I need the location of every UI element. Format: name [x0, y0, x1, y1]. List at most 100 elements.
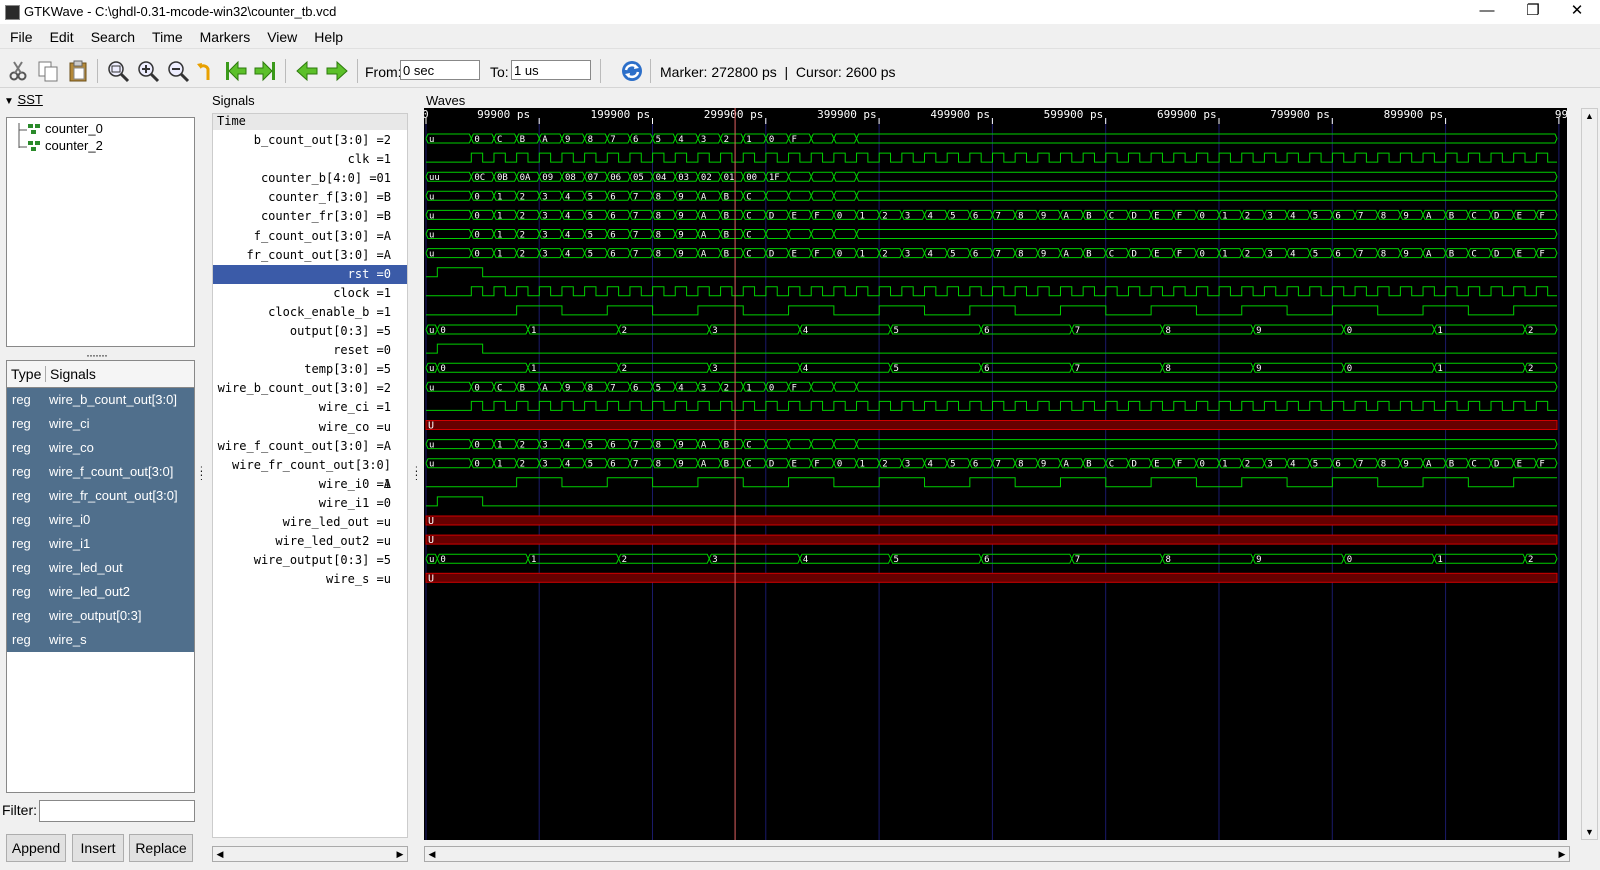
scroll-right-icon[interactable]: ▶ [393, 847, 407, 861]
trace-value-label: U [428, 535, 434, 546]
bus-segment [527, 362, 620, 373]
signal-name-row[interactable]: wire_ci =1 [213, 398, 407, 417]
scroll-right-icon[interactable]: ▶ [1555, 847, 1569, 861]
bus-segment [1071, 362, 1163, 373]
menu-edit[interactable]: Edit [40, 26, 81, 45]
signal-name-row[interactable]: wire_fr_count_out[3:0] =A [213, 456, 407, 491]
signal-name-row[interactable]: clk =1 [213, 150, 407, 169]
menu-help[interactable]: Help [304, 26, 350, 45]
paste-icon[interactable] [66, 59, 90, 83]
waveform-canvas[interactable]: 0 99900 ps 199900 ps 299900 ps 399900 ps 4999… [424, 108, 1567, 840]
sst-signal-row[interactable]: reg wire_led_out [7, 556, 194, 580]
trace-value-label: 6 [633, 135, 638, 145]
waves-vertical-scrollbar[interactable]: ▲ ▼ [1581, 108, 1598, 840]
waveform-svg[interactable]: 0 99900 ps 199900 ps 299900 ps 399900 ps 4999… [424, 108, 1567, 840]
undo-zoom-icon[interactable] [196, 59, 220, 83]
trace-value-label: 1 [1437, 364, 1442, 374]
signal-names-pane[interactable]: Time b_count_out[3:0] =2 clk =1 counter_b[… [212, 113, 408, 838]
column-type[interactable]: Type [11, 366, 41, 382]
menu-search[interactable]: Search [81, 26, 142, 45]
sst-hierarchy-tree[interactable]: counter_0 counter_2 [6, 117, 195, 347]
sst-signal-row[interactable]: reg wire_ci [7, 412, 194, 436]
scroll-left-icon[interactable]: ◀ [213, 847, 227, 861]
waves-horizontal-scrollbar[interactable]: ◀ ▶ [424, 846, 1570, 862]
signal-name-row[interactable]: fr_count_out[3:0] =A [213, 246, 407, 265]
sst-signal-row[interactable]: reg wire_i1 [7, 532, 194, 556]
tree-item-counter-0[interactable]: counter_0 [45, 121, 103, 136]
close-button[interactable]: ✕ [1554, 0, 1600, 24]
next-edge-icon[interactable] [325, 59, 349, 83]
menu-view[interactable]: View [257, 26, 304, 45]
scroll-left-icon[interactable]: ◀ [425, 847, 439, 861]
sst-signal-row[interactable]: reg wire_output[0:3] [7, 604, 194, 628]
trace-value-label: B [724, 192, 729, 202]
signal-name-row[interactable]: f_count_out[3:0] =A [213, 227, 407, 246]
signal-name-row[interactable]: wire_s =u [213, 570, 407, 589]
signal-name-row[interactable]: clock_enable_b =1 [213, 303, 407, 322]
signal-name-row[interactable]: counter_fr[3:0] =B [213, 207, 407, 226]
signals-horizontal-scrollbar[interactable]: ◀ ▶ [212, 846, 408, 862]
bus-segment [855, 381, 1558, 392]
tree-item-counter-2[interactable]: counter_2 [45, 138, 103, 153]
sst-signal-row[interactable]: reg wire_f_count_out[3:0] [7, 460, 194, 484]
sst-signal-row[interactable]: reg wire_b_count_out[3:0] [7, 388, 194, 412]
signal-name-row[interactable]: wire_led_out =u [213, 513, 407, 532]
signal-name-row[interactable]: wire_i0 =1 [213, 475, 407, 494]
from-input[interactable]: 0 sec [400, 60, 480, 80]
sst-signal-row[interactable]: reg wire_i0 [7, 508, 194, 532]
filter-input[interactable] [39, 800, 195, 822]
trace-value-label: 3 [712, 555, 717, 565]
signal-name-row[interactable]: counter_b[4:0] =01 [213, 169, 407, 188]
sst-signal-row[interactable]: reg wire_co [7, 436, 194, 460]
append-button[interactable]: Append [6, 834, 66, 862]
sst-signal-row[interactable]: reg wire_fr_count_out[3:0] [7, 484, 194, 508]
trace-value-label: 9 [678, 192, 683, 202]
sst-signal-row[interactable]: reg wire_led_out2 [7, 580, 194, 604]
signal-name-row[interactable]: reset =0 [213, 341, 407, 360]
column-signals[interactable]: Signals [45, 366, 96, 382]
signal-name-row[interactable]: wire_f_count_out[3:0] =A [213, 437, 407, 456]
signal-name-row[interactable]: rst =0 [213, 264, 407, 284]
signal-name-row[interactable]: wire_led_out2 =u [213, 532, 407, 551]
sst-expander[interactable]: ▼ SST [4, 92, 43, 107]
menu-time[interactable]: Time [142, 26, 190, 45]
trace-value-label: 0 [440, 555, 445, 565]
minimize-button[interactable]: — [1464, 0, 1510, 24]
sst-signal-row[interactable]: reg wire_s [7, 628, 194, 652]
maximize-button[interactable]: ❐ [1510, 0, 1556, 24]
jump-end-icon[interactable] [253, 59, 277, 83]
jump-start-icon[interactable] [224, 59, 248, 83]
scroll-up-icon[interactable]: ▲ [1585, 111, 1594, 121]
pane-splitter[interactable]: ::: [415, 465, 418, 483]
reload-icon[interactable] [620, 59, 644, 83]
prev-edge-icon[interactable] [295, 59, 319, 83]
menu-file[interactable]: File [0, 26, 40, 45]
trace-value-label: C [746, 460, 751, 470]
signal-name-row[interactable]: output[0:3] =5 [213, 322, 407, 341]
signal-name-row[interactable]: temp[3:0] =5 [213, 360, 407, 379]
zoom-fit-icon[interactable] [106, 59, 130, 83]
trace-value-label: 9 [1041, 460, 1046, 470]
trace-value-label: F [1177, 211, 1182, 221]
replace-button[interactable]: Replace [129, 834, 193, 862]
signal-name-row[interactable]: wire_b_count_out[3:0] =2 [213, 379, 407, 398]
bus-segment [799, 324, 892, 335]
zoom-in-icon[interactable] [136, 59, 160, 83]
scroll-down-icon[interactable]: ▼ [1585, 827, 1594, 837]
to-input[interactable]: 1 us [511, 60, 591, 80]
insert-button[interactable]: Insert [72, 834, 124, 862]
cut-icon[interactable] [6, 59, 30, 83]
pane-splitter[interactable]: ::: [200, 465, 203, 483]
signal-name-row[interactable]: counter_f[3:0] =B [213, 188, 407, 207]
menu-markers[interactable]: Markers [190, 26, 258, 45]
signal-name-row[interactable]: b_count_out[3:0] =2 [213, 131, 407, 150]
signal-name-row[interactable]: wire_output[0:3] =5 [213, 551, 407, 570]
signal-name-row[interactable]: wire_i1 =0 [213, 494, 407, 513]
trace-value-label: F [1539, 460, 1544, 470]
copy-icon[interactable] [36, 59, 60, 83]
signal-name-row[interactable]: wire_co =u [213, 418, 407, 437]
trace-value-label: D [1131, 460, 1136, 470]
zoom-out-icon[interactable] [166, 59, 190, 83]
signal-name-row[interactable]: clock =1 [213, 284, 407, 303]
trace-value-label: E [792, 460, 797, 470]
